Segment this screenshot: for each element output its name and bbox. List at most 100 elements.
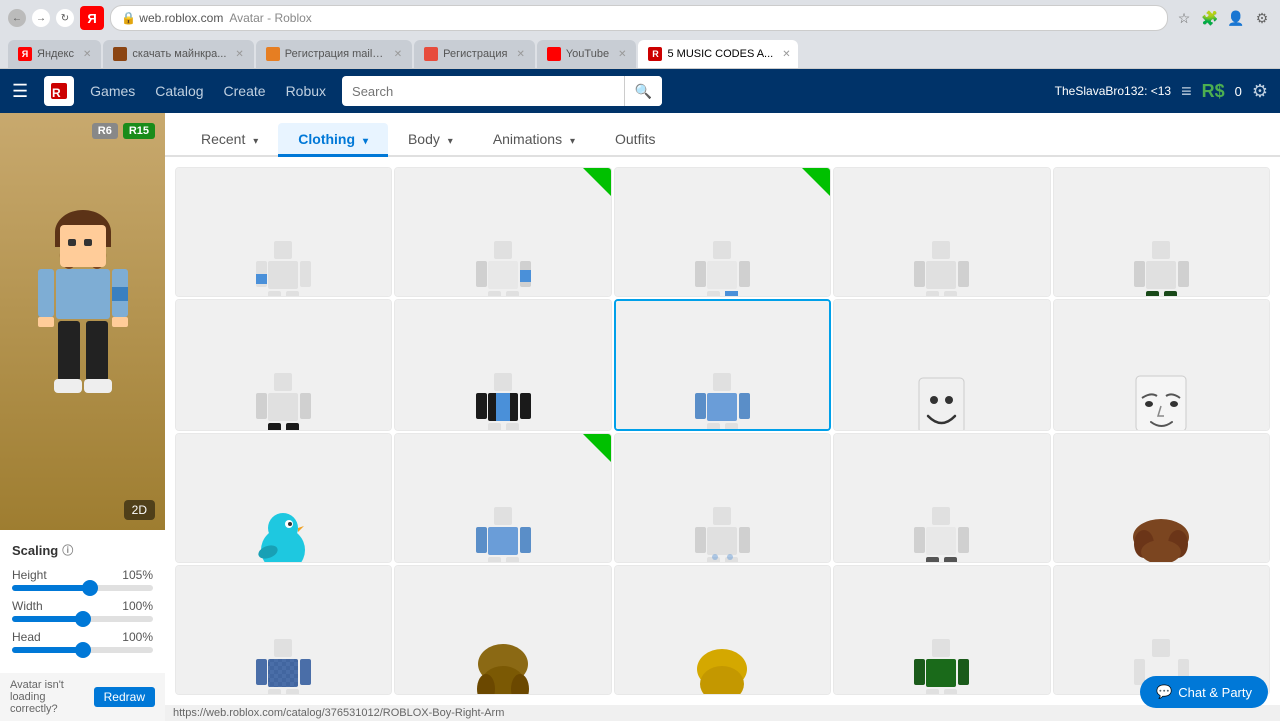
nav-games[interactable]: Games: [90, 83, 135, 99]
back-button[interactable]: ←: [8, 9, 26, 27]
item-denim-jacket-image: [616, 301, 829, 431]
head-thumb[interactable]: [75, 642, 91, 658]
tab-close-mail[interactable]: ✕: [394, 49, 402, 60]
tab-close-yandex[interactable]: ✕: [83, 49, 91, 60]
item-brown-hair2[interactable]: [394, 565, 611, 695]
mail-tab-icon: [266, 47, 280, 61]
chat-party-button[interactable]: 💬 Chat & Party: [1140, 676, 1268, 708]
head-track: [12, 647, 153, 653]
reload-button[interactable]: ↻: [56, 9, 74, 27]
tab-yandex[interactable]: Я Яндекс ✕: [8, 40, 101, 68]
robux-icon[interactable]: R$: [1202, 81, 1225, 102]
item-checker-jacket-image: [176, 566, 391, 695]
notifications-icon[interactable]: ≡: [1181, 81, 1192, 102]
avatar-2d-button[interactable]: 2D: [124, 500, 155, 520]
item-brown-charmer-image: [1054, 434, 1269, 563]
item-bird-image: [176, 434, 391, 563]
browser-tabs: Я Яндекс ✕ скачать майнкра... ✕ Регистра…: [0, 36, 1280, 68]
tab-youtube[interactable]: YouTube ✕: [537, 40, 637, 68]
item-roblox-boy-ri-image: [395, 168, 610, 297]
youtube-tab-icon: [547, 47, 561, 61]
item-green-item[interactable]: [833, 565, 1050, 695]
recent-arrow: ▾: [253, 136, 258, 147]
redraw-button[interactable]: Redraw: [94, 687, 155, 707]
item-checker-jacket[interactable]: [175, 565, 392, 695]
tab-outfits[interactable]: Outfits: [595, 123, 675, 155]
item-roblox-boy-torso[interactable]: ROBLOX Boy To...: [394, 433, 611, 563]
roblox-boy-le-svg: [685, 236, 760, 297]
width-thumb[interactable]: [75, 611, 91, 627]
chat-icon: 💬: [1156, 684, 1172, 700]
width-row: Width 100%: [12, 599, 153, 622]
item-gold-item-image: [615, 566, 830, 695]
r6-badge[interactable]: R6: [92, 123, 118, 139]
tab-reg[interactable]: Регистрация ✕: [414, 40, 535, 68]
main-content: R6 R15: [0, 113, 1280, 721]
settings-icon[interactable]: ⚙: [1252, 8, 1272, 28]
item-ripped-skater[interactable]: Ripped Skater P...: [833, 433, 1050, 563]
tab-body[interactable]: Body ▾: [388, 123, 473, 155]
item-man-left-leg[interactable]: Man Left Leg: [833, 167, 1050, 297]
tab-animations[interactable]: Animations ▾: [473, 123, 595, 155]
man-torso-svg: [685, 502, 760, 563]
head-row: Head 100%: [12, 630, 153, 653]
item-smile[interactable]: Smile: [833, 299, 1050, 431]
item-man-torso[interactable]: Man Torso: [614, 433, 831, 563]
r15-badge[interactable]: R15: [123, 123, 155, 139]
search-input[interactable]: [342, 84, 624, 99]
gear-icon[interactable]: ⚙: [1252, 81, 1268, 102]
nav-catalog[interactable]: Catalog: [155, 83, 203, 99]
item-dark-green-jeans[interactable]: Dark Green Jeans: [1053, 167, 1270, 297]
tab-clothing[interactable]: Clothing ▾: [278, 123, 388, 155]
bookmark-icon[interactable]: ☆: [1174, 8, 1194, 28]
tab-minecraft[interactable]: скачать майнкра... ✕: [103, 40, 253, 68]
green-item-svg: [904, 634, 979, 695]
extensions-icon[interactable]: 🧩: [1200, 8, 1220, 28]
denim-jacket-svg: [685, 368, 760, 431]
item-green-item-image: [834, 566, 1049, 695]
item-man-face[interactable]: Man Face: [1053, 299, 1270, 431]
nav-robux[interactable]: Robux: [286, 83, 326, 99]
yandex-logo: Я: [80, 6, 104, 30]
redraw-notice: Avatar isn't loading correctly?: [10, 679, 94, 715]
item-blue-black-image: [395, 300, 610, 431]
item-man-right-arm[interactable]: Man Right Arm: [175, 167, 392, 297]
ripped-skater-svg: [904, 502, 979, 563]
item-blue-black[interactable]: Blue and Black ...: [394, 299, 611, 431]
roblox-tab-icon: R: [648, 47, 662, 61]
item-denim-jacket[interactable]: Denim Jacket w...: [614, 299, 831, 431]
user-profile-icon[interactable]: 👤: [1226, 8, 1246, 28]
tab-close-youtube[interactable]: ✕: [618, 49, 626, 60]
item-smile-image: [834, 300, 1049, 431]
hamburger-menu[interactable]: ☰: [12, 81, 28, 102]
search-button[interactable]: 🔍: [624, 76, 662, 106]
tab-close-minecraft[interactable]: ✕: [235, 49, 243, 60]
url-bar[interactable]: 🔒 web.roblox.com Avatar - Roblox: [110, 5, 1168, 31]
tab-roblox[interactable]: R 5 MUSIC CODES A... ✕: [638, 40, 798, 68]
item-roblox-boy-ri[interactable]: ROBLOX Boy Ri...: [394, 167, 611, 297]
item-bird[interactable]: The Bird Says____: [175, 433, 392, 563]
brown-hair2-svg: [466, 634, 541, 695]
tab-recent[interactable]: Recent ▾: [181, 123, 278, 155]
item-roblox-boy-le[interactable]: ROBLOX Boy Le...: [614, 167, 831, 297]
height-thumb[interactable]: [82, 580, 98, 596]
forward-button[interactable]: →: [32, 9, 50, 27]
height-label: Height: [12, 568, 47, 582]
reg-tab-icon: [424, 47, 438, 61]
height-value: 105%: [122, 568, 153, 582]
tab-close-roblox[interactable]: ✕: [782, 49, 790, 60]
nav-create[interactable]: Create: [224, 83, 266, 99]
tab-close-reg[interactable]: ✕: [516, 49, 524, 60]
roblox-logo-svg: R: [47, 79, 71, 103]
roblox-logo[interactable]: R: [44, 76, 74, 106]
roblox-boy-torso-svg: [466, 502, 541, 563]
avatar-view: 2D: [0, 113, 165, 530]
head-fill: [12, 647, 83, 653]
item-black-jeans[interactable]: Black Jeans: [175, 299, 392, 431]
tab-mail[interactable]: Регистрация mail.r... ✕: [256, 40, 412, 68]
svg-text:R: R: [52, 86, 61, 100]
head-value: 100%: [122, 630, 153, 644]
item-gold-item[interactable]: [614, 565, 831, 695]
width-fill: [12, 616, 83, 622]
item-brown-charmer[interactable]: Brown Charmer...: [1053, 433, 1270, 563]
